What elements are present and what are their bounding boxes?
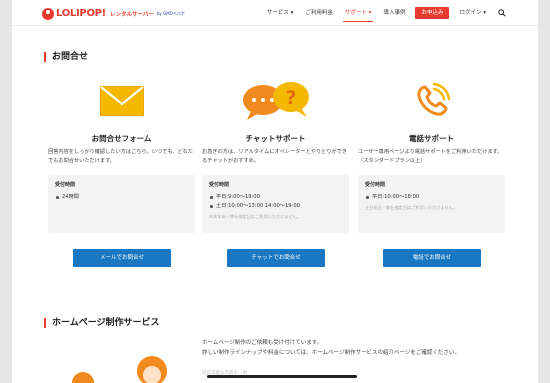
logo-by: by GMOペパボ [156, 10, 185, 16]
hours-note: 土日祝日・弊社指定日はご利用いただけません。 [365, 205, 458, 210]
nav-item-cases[interactable]: 導入事例 [377, 0, 411, 26]
logo-icon [42, 7, 54, 20]
envelope-icon [48, 78, 195, 123]
card-desc: 回答内容をしっかり確認したい方はこちら。いつでも、どなたでもお問合せいただけます… [48, 149, 193, 164]
phone-contact-button[interactable]: 電話でお問合せ [383, 249, 481, 267]
hours-box: 受付時間 平日:10:00〜18:00 土日祝日・弊社指定日はご利用いただけませ… [358, 175, 505, 233]
site-header: LOLIPOP! レンタルサーバー by GMOペパボ サービス ▾ ご利用料金… [12, 0, 538, 26]
hours-box: 受付時間 24時間 [48, 175, 195, 233]
hours-label: 受付時間 [55, 182, 76, 188]
contact-card-chat: ? チャットサポート お急ぎの方は、リアルタイムにオペレーターとやりとりができる… [202, 78, 349, 268]
nav-item-pricing[interactable]: ご利用料金 [299, 0, 339, 26]
web-service-line: 詳しい制作ラインナップや料金については、ホームページ制作サービスの紹介ページをご… [202, 350, 460, 356]
hours-note: 年末年始・弊社指定日はご利用いただけません。 [209, 214, 302, 219]
page: LOLIPOP! レンタルサーバー by GMOペパボ サービス ▾ ご利用料金… [12, 0, 538, 383]
global-nav: サービス ▾ ご利用料金 サポート ▾ 導入事例 お申込み ログイン ▾ [261, 0, 508, 26]
contact-card-form: お問合せフォーム 回答内容をしっかり確認したい方はこちら。いつでも、どなたでもお… [48, 78, 195, 268]
nav-item-label: ご利用料金 [305, 10, 333, 16]
section-title-web-service: ホームページ制作サービス [44, 318, 160, 328]
chevron-down-icon: ▾ [368, 10, 372, 16]
logo-text: LOLIPOP! [56, 8, 106, 19]
web-service-line: ホームページ制作のご依頼も受け付けています。 [202, 340, 323, 346]
person-illustration [72, 372, 94, 383]
card-title: チャットサポート [245, 134, 306, 143]
nav-item-support[interactable]: サポート ▾ [339, 0, 378, 26]
card-title: 電話サポート [409, 134, 454, 143]
chat-contact-button[interactable]: チャットでお問合せ [227, 249, 325, 267]
nav-item-label: サービス [266, 10, 289, 16]
site-logo[interactable]: LOLIPOP! レンタルサーバー by GMOペパボ [42, 7, 185, 20]
hours-item: 土日:10:00〜13:00 14:00〜19:00 [209, 202, 342, 211]
apply-button[interactable]: お申込み [415, 7, 450, 19]
card-title: お問合せフォーム [91, 134, 152, 143]
nav-item-label: 導入事例 [383, 10, 406, 16]
hours-box: 受付時間 平日:9:00〜19:00 土日:10:00〜13:00 14:00〜… [202, 175, 349, 233]
hours-item: 平日:10:00〜18:00 [365, 193, 498, 202]
hours-label: 受付時間 [209, 182, 230, 188]
contact-card-phone: 電話サポート ユーザー専用ページより電話サポートをご利用いただけます。（スタンダ… [358, 78, 505, 268]
chevron-down-icon: ▾ [290, 10, 294, 16]
nav-item-login[interactable]: ログイン ▾ [453, 0, 492, 26]
person-face [143, 366, 161, 383]
phone-icon [358, 78, 505, 123]
hours-label: 受付時間 [365, 182, 386, 188]
search-icon[interactable] [496, 0, 508, 26]
chat-bubbles-icon: ? [202, 78, 349, 123]
nav-item-label: ログイン [459, 10, 482, 16]
hours-item: 24時間 [55, 193, 188, 202]
mail-contact-button[interactable]: メールでお問合せ [73, 249, 171, 267]
web-service-desc: ホームページ制作のご依頼も受け付けています。 詳しい制作ラインナップや料金につい… [202, 338, 522, 358]
card-desc: お急ぎの方は、リアルタイムにオペレーターとやりとりができるチャットがおすすめ。 [202, 149, 348, 164]
logo-sub: レンタルサーバー [109, 11, 154, 18]
nav-item-service[interactable]: サービス ▾ [261, 0, 300, 26]
hours-list: 24時間 [55, 193, 188, 202]
hours-item: 平日:9:00〜19:00 [209, 193, 342, 202]
section-title-contact: お問合せ [44, 52, 88, 62]
card-desc: ユーザー専用ページより電話サポートをご利用いただけます。（スタンダードプラン以上… [358, 149, 503, 164]
chevron-down-icon: ▾ [483, 10, 486, 16]
nav-item-label: サポート [344, 10, 367, 16]
hours-list: 平日:10:00〜18:00 [365, 193, 498, 202]
svg-text:?: ? [285, 87, 296, 109]
hours-list: 平日:9:00〜19:00 土日:10:00〜13:00 14:00〜19:00 [209, 193, 342, 211]
scroll-indicator[interactable] [207, 375, 357, 378]
